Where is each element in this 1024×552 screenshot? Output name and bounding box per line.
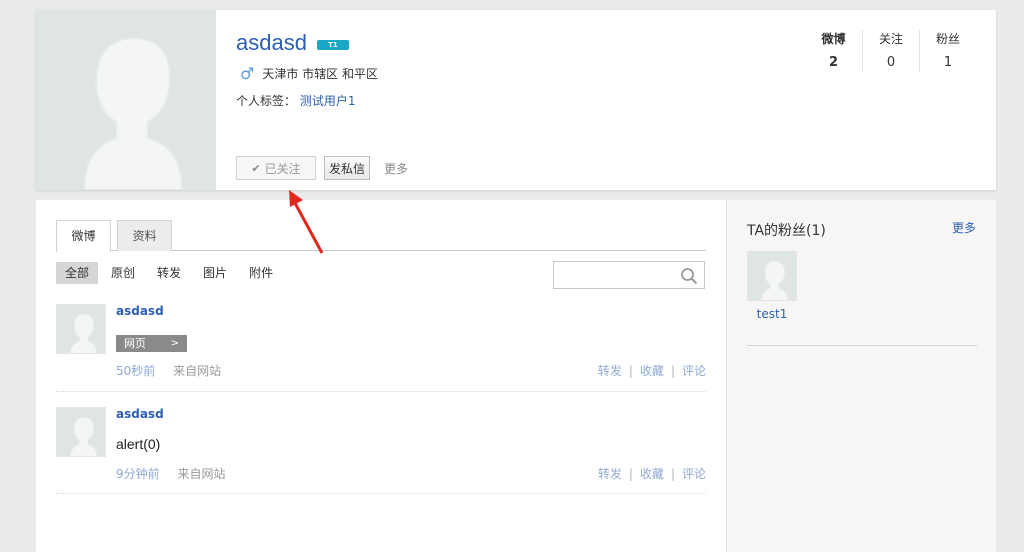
separator: | bbox=[628, 467, 633, 481]
post-source: 来自网站 bbox=[173, 364, 222, 378]
stat-label: 微博 bbox=[821, 32, 846, 46]
profile-header: asdasd T1 ♂ 天津市 市辖区 和平区 个人标签： 测试用户1 ✔ 已关… bbox=[36, 10, 996, 190]
fan-avatar[interactable] bbox=[747, 251, 797, 301]
default-avatar-icon bbox=[69, 416, 98, 456]
profile-username[interactable]: asdasd bbox=[236, 30, 307, 56]
post-meta: 50秒前 来自网站 bbox=[116, 362, 221, 379]
tags-label: 个人标签： bbox=[236, 94, 297, 108]
post-text: alert(0) bbox=[116, 436, 161, 452]
post-author[interactable]: asdasd bbox=[116, 304, 164, 318]
stats: 微博 2 关注 0 粉丝 1 bbox=[805, 30, 976, 72]
search-icon[interactable] bbox=[680, 267, 698, 285]
more-actions-link[interactable]: 更多 bbox=[384, 160, 408, 177]
tab-weibo[interactable]: 微博 bbox=[56, 220, 111, 252]
filter-bar: 全部 原创 转发 图片 附件 bbox=[56, 262, 286, 284]
followed-label: 已关注 bbox=[264, 161, 301, 176]
stat-label: 粉丝 bbox=[935, 32, 960, 46]
default-avatar-icon bbox=[760, 260, 789, 300]
separator: | bbox=[670, 467, 675, 481]
post-time[interactable]: 9分钟前 bbox=[116, 467, 160, 481]
filter-images[interactable]: 图片 bbox=[194, 262, 236, 284]
stat-followers[interactable]: 粉丝 1 bbox=[919, 30, 976, 72]
location-row: ♂ 天津市 市辖区 和平区 bbox=[240, 65, 378, 82]
list-item: asdasd 网页 > 50秒前 来自网站 转发 | 收藏 | 评论 bbox=[56, 304, 706, 392]
default-avatar-icon bbox=[69, 313, 98, 353]
separator: | bbox=[670, 364, 675, 378]
post-author[interactable]: asdasd bbox=[116, 407, 164, 421]
post-actions: 转发 | 收藏 | 评论 bbox=[598, 465, 706, 482]
favorite-link[interactable]: 收藏 bbox=[640, 467, 664, 481]
default-avatar-icon bbox=[82, 36, 184, 190]
post-avatar[interactable] bbox=[56, 304, 106, 354]
search-input[interactable] bbox=[553, 261, 705, 289]
post-time[interactable]: 50秒前 bbox=[116, 364, 155, 378]
repost-link[interactable]: 转发 bbox=[598, 467, 622, 481]
stat-value: 2 bbox=[828, 55, 839, 70]
filter-all[interactable]: 全部 bbox=[56, 262, 99, 284]
fan-name[interactable]: test1 bbox=[747, 307, 797, 321]
web-link-label: 网页 bbox=[124, 337, 146, 350]
stat-label: 关注 bbox=[878, 32, 903, 46]
filter-repost[interactable]: 转发 bbox=[148, 262, 190, 284]
tags-row: 个人标签： 测试用户1 bbox=[236, 92, 355, 109]
fans-title: TA的粉丝(1) bbox=[747, 223, 826, 239]
check-icon: ✔ bbox=[251, 161, 261, 175]
stat-value: 1 bbox=[943, 55, 953, 70]
post-source: 来自网站 bbox=[177, 467, 226, 481]
stat-following[interactable]: 关注 0 bbox=[862, 30, 919, 72]
comment-link[interactable]: 评论 bbox=[682, 467, 706, 481]
stat-weibo[interactable]: 微博 2 bbox=[805, 30, 862, 72]
list-item: asdasd alert(0) 9分钟前 来自网站 转发 | 收藏 | 评论 bbox=[56, 407, 706, 494]
post-actions: 转发 | 收藏 | 评论 bbox=[598, 362, 706, 379]
followed-button[interactable]: ✔ 已关注 bbox=[236, 156, 316, 180]
name-row: asdasd T1 bbox=[236, 30, 349, 56]
divider bbox=[747, 345, 977, 346]
repost-link[interactable]: 转发 bbox=[598, 364, 622, 378]
filter-attachments[interactable]: 附件 bbox=[240, 262, 282, 284]
fans-more-link[interactable]: 更多 bbox=[952, 219, 976, 236]
separator: | bbox=[628, 364, 633, 378]
level-badge: T1 bbox=[316, 40, 349, 50]
profile-avatar[interactable] bbox=[36, 10, 216, 190]
web-link-card[interactable]: 网页 > bbox=[116, 335, 187, 352]
action-row: ✔ 已关注 发私信 更多 bbox=[236, 156, 408, 180]
profile-info: asdasd T1 ♂ 天津市 市辖区 和平区 个人标签： 测试用户1 ✔ 已关… bbox=[236, 10, 996, 190]
tag-link[interactable]: 测试用户1 bbox=[300, 94, 356, 108]
post-meta: 9分钟前 来自网站 bbox=[116, 465, 225, 482]
comment-link[interactable]: 评论 bbox=[682, 364, 706, 378]
filter-original[interactable]: 原创 bbox=[102, 262, 144, 284]
send-message-button[interactable]: 发私信 bbox=[324, 156, 370, 180]
favorite-link[interactable]: 收藏 bbox=[640, 364, 664, 378]
male-icon: ♂ bbox=[240, 63, 255, 83]
sidebar: TA的粉丝(1) 更多 test1 bbox=[726, 200, 996, 552]
main-content: 微博 资料 全部 原创 转发 图片 附件 asdasd 网页 > 50秒前 来自… bbox=[36, 200, 996, 552]
tab-bar: 微博 资料 bbox=[56, 220, 706, 252]
location-text: 天津市 市辖区 和平区 bbox=[262, 67, 378, 81]
stat-value: 0 bbox=[886, 55, 896, 70]
post-avatar[interactable] bbox=[56, 407, 106, 457]
chevron-right-icon: > bbox=[170, 338, 179, 349]
annotation-arrow-icon bbox=[289, 190, 324, 254]
tab-profile-info[interactable]: 资料 bbox=[117, 220, 172, 251]
